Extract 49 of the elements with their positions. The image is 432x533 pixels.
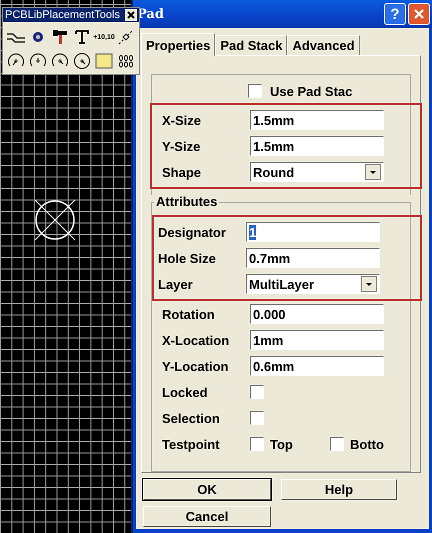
field-label: Y-Size bbox=[162, 138, 202, 154]
checkbox[interactable] bbox=[250, 385, 264, 399]
field-label: Y-Location bbox=[162, 358, 230, 374]
field-label: Hole Size bbox=[158, 250, 217, 266]
checkbox[interactable] bbox=[250, 437, 264, 451]
close-button[interactable] bbox=[408, 3, 430, 25]
checkbox[interactable] bbox=[248, 84, 262, 98]
dialog-button[interactable]: Cancel bbox=[143, 506, 271, 527]
help-button[interactable]: ? bbox=[384, 3, 406, 25]
text-field[interactable]: 1.5mm bbox=[250, 110, 384, 130]
text-field[interactable]: 0.7mm bbox=[246, 248, 380, 268]
pad-drawing[interactable] bbox=[34, 199, 76, 241]
circle-icon[interactable] bbox=[73, 52, 91, 70]
checkbox-label: Top bbox=[270, 436, 293, 452]
via-icon[interactable] bbox=[32, 31, 44, 43]
text-tool-icon[interactable] bbox=[74, 29, 90, 45]
dimension-icon[interactable] bbox=[117, 28, 135, 46]
dropdown[interactable]: MultiLayer bbox=[246, 274, 380, 294]
text-field[interactable]: 1mm bbox=[250, 330, 384, 350]
array-icon[interactable] bbox=[118, 54, 134, 68]
field-label: Selection bbox=[162, 410, 221, 426]
text-field[interactable]: 1 bbox=[246, 222, 380, 242]
text-field[interactable]: 1.5mm bbox=[250, 136, 384, 156]
checkbox-label: Botto bbox=[350, 436, 384, 452]
pad-icon[interactable] bbox=[52, 29, 68, 45]
field-label: Locked bbox=[162, 384, 209, 400]
dialog-button[interactable]: Help bbox=[281, 479, 397, 500]
dialog-button[interactable]: OK bbox=[143, 479, 271, 500]
close-icon bbox=[413, 8, 425, 20]
field-label: X-Size bbox=[162, 112, 202, 128]
tab[interactable]: Advanced bbox=[287, 35, 360, 55]
field-label: Layer bbox=[158, 276, 194, 292]
group-legend: Attributes bbox=[154, 194, 220, 209]
tab[interactable]: Pad Stack bbox=[215, 35, 288, 55]
field-label: X-Location bbox=[162, 332, 230, 348]
checkbox[interactable] bbox=[250, 411, 264, 425]
dropdown[interactable]: Round bbox=[250, 162, 384, 182]
checkbox-label: Use Pad Stac bbox=[270, 84, 352, 98]
text-field[interactable]: 0.000 bbox=[250, 304, 384, 324]
fill-icon[interactable] bbox=[95, 53, 113, 69]
field-label: Shape bbox=[162, 164, 202, 180]
field-label: Designator bbox=[158, 224, 227, 240]
field-label: Rotation bbox=[162, 306, 216, 322]
checkbox[interactable] bbox=[330, 437, 344, 451]
text-field[interactable]: 0.6mm bbox=[250, 356, 384, 376]
toolbar-title: PCBLibPlacementTools bbox=[5, 9, 120, 21]
tab[interactable]: Properties bbox=[141, 33, 216, 56]
close-icon[interactable] bbox=[125, 9, 137, 21]
field-label: Testpoint bbox=[162, 436, 221, 452]
